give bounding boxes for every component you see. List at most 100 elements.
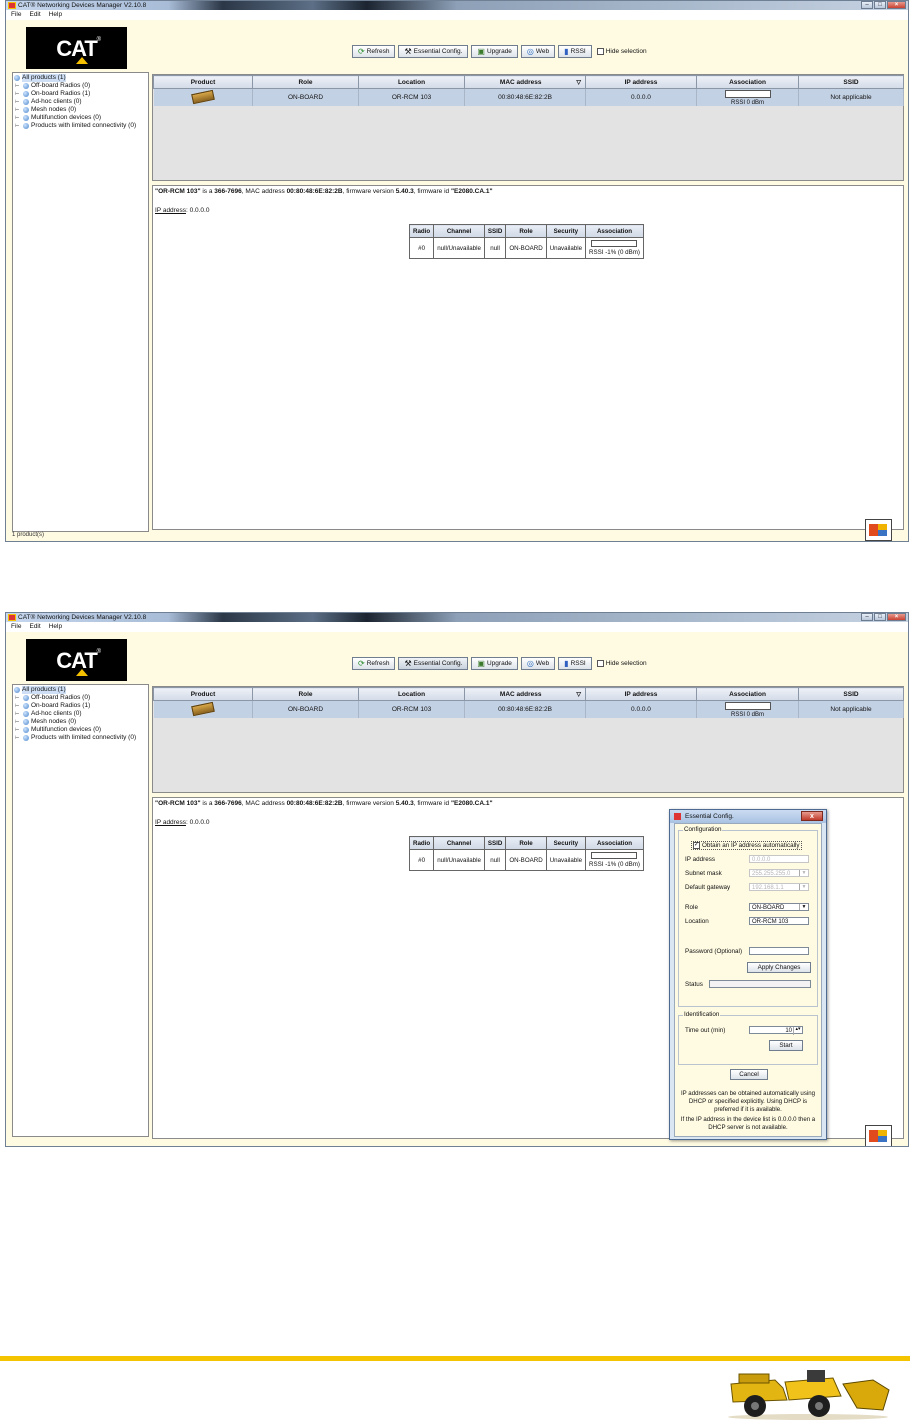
ip-address-link[interactable]: IP address: [155, 819, 186, 826]
tree-item-mesh[interactable]: ⊢ Mesh nodes (0): [15, 718, 76, 726]
minimize-button[interactable]: –: [861, 1, 873, 9]
app-icon: [8, 2, 16, 9]
col-ip[interactable]: IP address: [585, 75, 697, 89]
col-ip[interactable]: IP address: [585, 687, 697, 701]
menu-edit[interactable]: Edit: [29, 622, 40, 632]
menu-file[interactable]: File: [11, 10, 21, 20]
essential-config-button[interactable]: ⚒ Essential Config.: [398, 657, 469, 670]
expand-icon[interactable]: ⊢: [15, 694, 21, 702]
tree-item-on-board[interactable]: ⊢ On-board Radios (1): [15, 702, 90, 710]
tree-item-limited[interactable]: ⊢ Products with limited connectivity (0): [15, 122, 136, 130]
essential-config-button[interactable]: ⚒ Essential Config.: [398, 45, 469, 58]
col-location[interactable]: Location: [358, 687, 465, 701]
close-button[interactable]: ×: [887, 1, 906, 9]
expand-icon[interactable]: ⊢: [15, 702, 21, 710]
identification-legend: Identification: [683, 1011, 721, 1018]
upgrade-button[interactable]: ▣ Upgrade: [471, 657, 518, 670]
device-table: Product Role Location MAC address ▽ IP ad…: [152, 74, 904, 181]
tree-item-multifunction[interactable]: ⊢ Multifunction devices (0): [15, 726, 101, 734]
col-location[interactable]: Location: [358, 75, 465, 89]
location-label: Location: [685, 918, 709, 925]
hide-selection-checkbox[interactable]: Hide selection: [596, 660, 647, 667]
role-select[interactable]: ON-BOARD ▼: [749, 903, 809, 911]
col-association[interactable]: Association: [696, 687, 799, 701]
web-button[interactable]: ◎ Web: [520, 657, 556, 670]
dhcp-info-text: IP addresses can be obtained automatical…: [680, 1090, 816, 1113]
ip-address-link[interactable]: IP address: [155, 207, 186, 214]
password-field[interactable]: [749, 947, 809, 955]
wrench-icon: ⚒: [404, 658, 412, 668]
rssi-button[interactable]: ▮ RSSI: [558, 657, 592, 670]
tree-item-off-board[interactable]: ⊢ Off-board Radios (0): [15, 82, 90, 90]
obtain-ip-auto-checkbox[interactable]: ✓ Obtain an IP address automatically: [691, 841, 802, 850]
check-icon[interactable]: ✓: [693, 842, 700, 849]
expand-icon[interactable]: ⊢: [15, 114, 21, 122]
table-row[interactable]: ON-BOARD OR-RCM 103 00:80:48:6E:82:2B 0.…: [153, 700, 904, 718]
expand-icon[interactable]: ⊢: [15, 98, 21, 106]
timeout-spinner[interactable]: 10 ▴▾: [749, 1026, 803, 1035]
hide-selection-checkbox[interactable]: Hide selection: [596, 48, 647, 55]
refresh-button[interactable]: ⟳ Refresh: [352, 657, 396, 670]
app-icon: [674, 813, 681, 820]
col-ssid[interactable]: SSID: [798, 75, 904, 89]
expand-icon[interactable]: ⊢: [15, 122, 21, 130]
col-product[interactable]: Product: [153, 687, 253, 701]
tree-item-on-board[interactable]: ⊢ On-board Radios (1): [15, 90, 90, 98]
col-product[interactable]: Product: [153, 75, 253, 89]
expand-icon[interactable]: ⊢: [15, 106, 21, 114]
tree-item-ad-hoc[interactable]: ⊢ Ad-hoc clients (0): [15, 710, 82, 718]
close-button[interactable]: ×: [887, 613, 906, 621]
menu-file[interactable]: File: [11, 622, 21, 632]
menu-help[interactable]: Help: [49, 10, 62, 20]
title-bar: CAT® Networking Devices Manager V2.10.8 …: [6, 613, 908, 622]
upgrade-button[interactable]: ▣ Upgrade: [471, 45, 518, 58]
col-mac[interactable]: MAC address ▽: [464, 75, 586, 89]
spinner-arrows-icon[interactable]: ▴▾: [793, 1027, 802, 1035]
menu-edit[interactable]: Edit: [29, 10, 40, 20]
ip-address-field[interactable]: 0.0.0.0: [749, 855, 809, 863]
menu-bar: File Edit Help: [6, 622, 908, 632]
table-row[interactable]: ON-BOARD OR-RCM 103 00:80:48:6E:82:2B 0.…: [153, 88, 904, 106]
cancel-button[interactable]: Cancel: [730, 1069, 768, 1080]
expand-icon[interactable]: ⊢: [15, 710, 21, 718]
default-gateway-select[interactable]: 192.168.1.1 ▼: [749, 883, 809, 891]
dialog-close-button[interactable]: x: [801, 811, 823, 821]
subnet-mask-select[interactable]: 255.255.255.0 ▼: [749, 869, 809, 877]
ip-cell: 0.0.0.0: [585, 88, 697, 106]
expand-icon[interactable]: ⊢: [15, 90, 21, 98]
tree-item-mesh[interactable]: ⊢ Mesh nodes (0): [15, 106, 76, 114]
maximize-button[interactable]: □: [874, 1, 886, 9]
ip-address-line: IP address: 0.0.0.0: [155, 819, 210, 826]
expand-icon[interactable]: ⊢: [15, 726, 21, 734]
device-description: "OR-RCM 103" is a 366-7696, MAC address …: [155, 800, 493, 807]
tree-item-all-products[interactable]: All products (1): [14, 686, 66, 694]
device-tree[interactable]: All products (1) ⊢ Off-board Radios (0) ⊢…: [12, 72, 149, 532]
tree-item-ad-hoc[interactable]: ⊢ Ad-hoc clients (0): [15, 98, 82, 106]
radio-col-channel: Channel: [433, 836, 485, 850]
expand-icon[interactable]: ⊢: [15, 82, 21, 90]
expand-icon[interactable]: ⊢: [15, 734, 21, 742]
maximize-button[interactable]: □: [874, 613, 886, 621]
apply-changes-button[interactable]: Apply Changes: [747, 962, 811, 973]
device-tree[interactable]: All products (1) ⊢ Off-board Radios (0) ⊢…: [12, 684, 149, 1137]
rssi-button[interactable]: ▮ RSSI: [558, 45, 592, 58]
web-button[interactable]: ◎ Web: [520, 45, 556, 58]
web-icon: ◎: [526, 658, 534, 668]
col-role[interactable]: Role: [252, 75, 359, 89]
col-mac[interactable]: MAC address ▽: [464, 687, 586, 701]
tree-item-limited[interactable]: ⊢ Products with limited connectivity (0): [15, 734, 136, 742]
ip-address-label: IP address: [685, 856, 715, 863]
col-ssid[interactable]: SSID: [798, 687, 904, 701]
minimize-button[interactable]: –: [861, 613, 873, 621]
col-role[interactable]: Role: [252, 687, 359, 701]
tree-item-multifunction[interactable]: ⊢ Multifunction devices (0): [15, 114, 101, 122]
start-button[interactable]: Start: [769, 1040, 803, 1051]
expand-icon[interactable]: ⊢: [15, 718, 21, 726]
menu-help[interactable]: Help: [49, 622, 62, 632]
tree-item-off-board[interactable]: ⊢ Off-board Radios (0): [15, 694, 90, 702]
node-icon: [23, 727, 29, 733]
col-association[interactable]: Association: [696, 75, 799, 89]
refresh-button[interactable]: ⟳ Refresh: [352, 45, 396, 58]
tree-item-all-products[interactable]: All products (1): [14, 74, 66, 82]
location-field[interactable]: OR-RCM 103: [749, 917, 809, 925]
